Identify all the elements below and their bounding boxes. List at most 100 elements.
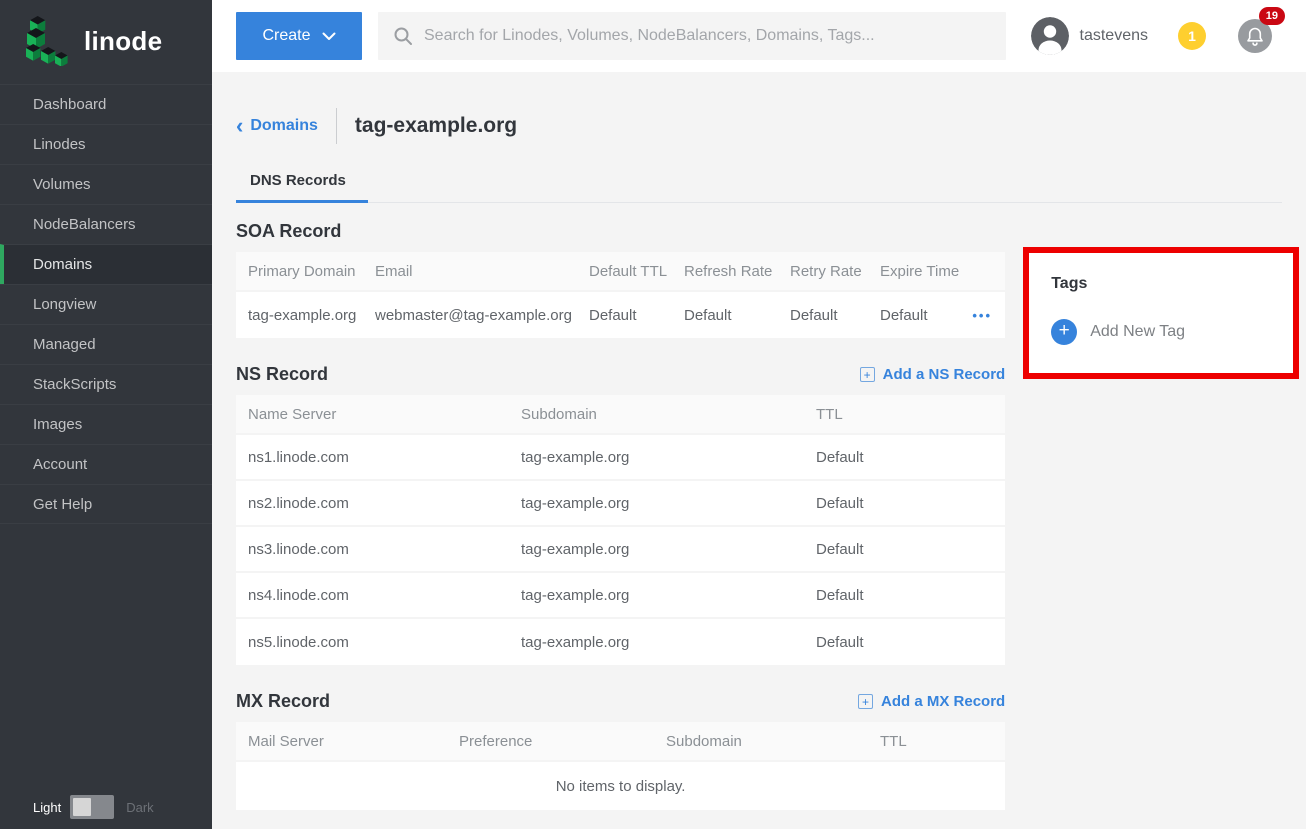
breadcrumb: ‹ Domains tag-example.org <box>236 108 1282 144</box>
username[interactable]: tastevens <box>1080 27 1148 45</box>
chevron-down-icon <box>322 32 336 41</box>
theme-toggle-knob <box>73 798 91 816</box>
events-badge-count: 1 <box>1188 28 1196 44</box>
sidebar-item-longview[interactable]: Longview <box>0 284 212 324</box>
sidebar-item-dashboard[interactable]: Dashboard <box>0 84 212 124</box>
add-new-tag-button[interactable]: + Add New Tag <box>1051 319 1271 345</box>
main-content: ‹ Domains tag-example.org DNS Records SO… <box>212 72 1306 829</box>
soa-expire-time: Default <box>868 307 959 324</box>
user-icon <box>1031 17 1069 55</box>
sidebar-item-managed[interactable]: Managed <box>0 324 212 364</box>
column-header: Default TTL <box>577 263 672 280</box>
soa-primary-domain: tag-example.org <box>236 307 363 324</box>
page-title: tag-example.org <box>355 114 517 138</box>
ns-table-row: ns2.linode.com tag-example.org Default <box>236 481 1005 527</box>
search-box[interactable] <box>378 12 1006 60</box>
theme-toggle-switch[interactable] <box>70 795 114 819</box>
sidebar-item-stackscripts[interactable]: StackScripts <box>0 364 212 404</box>
ns-table-row: ns3.linode.com tag-example.org Default <box>236 527 1005 573</box>
ns-name-server: ns5.linode.com <box>236 634 509 651</box>
bell-icon <box>1247 27 1263 46</box>
column-header: Primary Domain <box>236 263 363 280</box>
topbar-right: tastevens 1 19 <box>1031 17 1280 55</box>
sidebar-item-nodebalancers[interactable]: NodeBalancers <box>0 204 212 244</box>
tags-column: Tags + Add New Tag <box>1023 203 1299 379</box>
ns-subdomain: tag-example.org <box>509 495 804 512</box>
sidebar-item-label: Dashboard <box>33 96 106 113</box>
ns-subdomain: tag-example.org <box>509 587 804 604</box>
soa-email: webmaster@tag-example.org <box>363 307 577 324</box>
ns-table: Name Server Subdomain TTL ns1.linode.com… <box>236 395 1005 665</box>
ns-name-server: ns4.linode.com <box>236 587 509 604</box>
ns-ttl: Default <box>804 449 1005 466</box>
chevron-left-icon: ‹ <box>236 117 243 135</box>
breadcrumb-divider <box>336 108 337 144</box>
sidebar-item-label: Domains <box>33 256 92 273</box>
tab-dns-records[interactable]: DNS Records <box>236 166 368 203</box>
sidebar-nav: Dashboard Linodes Volumes NodeBalancers … <box>0 84 212 524</box>
sidebar-item-label: Volumes <box>33 176 91 193</box>
sidebar-item-account[interactable]: Account <box>0 444 212 484</box>
brand-name: linode <box>84 26 162 57</box>
mx-table: Mail Server Preference Subdomain TTL No … <box>236 722 1005 810</box>
sidebar-item-label: Longview <box>33 296 96 313</box>
sidebar-item-get-help[interactable]: Get Help <box>0 484 212 524</box>
sidebar-item-label: NodeBalancers <box>33 216 136 233</box>
sidebar-item-images[interactable]: Images <box>0 404 212 444</box>
sidebar-item-linodes[interactable]: Linodes <box>0 124 212 164</box>
search-input[interactable] <box>424 27 991 45</box>
breadcrumb-back-link[interactable]: ‹ Domains <box>236 117 318 135</box>
ns-table-row: ns5.linode.com tag-example.org Default <box>236 619 1005 665</box>
soa-retry-rate: Default <box>778 307 868 324</box>
column-header: Subdomain <box>509 406 804 423</box>
tab-bar: DNS Records <box>236 166 1282 203</box>
notifications: 19 <box>1238 19 1272 53</box>
events-badge[interactable]: 1 <box>1178 22 1206 50</box>
add-new-tag-label: Add New Tag <box>1090 323 1185 341</box>
add-ns-record-button[interactable]: + Add a NS Record <box>860 366 1006 383</box>
column-header: Preference <box>447 733 654 750</box>
soa-record-section: SOA Record Primary Domain Email Default … <box>236 221 1005 338</box>
avatar[interactable] <box>1031 17 1069 55</box>
ns-table-header: Name Server Subdomain TTL <box>236 395 1005 435</box>
empty-state-text: No items to display. <box>556 778 686 795</box>
ns-ttl: Default <box>804 541 1005 558</box>
column-header: Email <box>363 263 577 280</box>
soa-section-title: SOA Record <box>236 221 1005 242</box>
soa-table-row: tag-example.org webmaster@tag-example.or… <box>236 292 1005 338</box>
content-row: SOA Record Primary Domain Email Default … <box>236 203 1282 810</box>
soa-refresh-rate: Default <box>672 307 778 324</box>
linode-logo-icon <box>26 16 72 66</box>
column-header: Mail Server <box>236 733 447 750</box>
soa-default-ttl: Default <box>577 307 672 324</box>
sidebar-item-label: StackScripts <box>33 376 116 393</box>
add-ns-record-label: Add a NS Record <box>883 366 1006 383</box>
create-button[interactable]: Create <box>236 12 362 60</box>
tags-panel-title: Tags <box>1051 275 1271 293</box>
add-mx-record-button[interactable]: + Add a MX Record <box>858 693 1005 710</box>
topbar: Create tastevens 1 <box>212 0 1306 72</box>
mx-record-section: MX Record + Add a MX Record Mail Server … <box>236 691 1005 810</box>
column-header: Name Server <box>236 406 509 423</box>
sidebar-item-volumes[interactable]: Volumes <box>0 164 212 204</box>
column-header: Expire Time <box>868 263 959 280</box>
ns-name-server: ns2.linode.com <box>236 495 509 512</box>
add-mx-record-label: Add a MX Record <box>881 693 1005 710</box>
ns-name-server: ns3.linode.com <box>236 541 509 558</box>
tags-panel: Tags + Add New Tag <box>1029 253 1293 373</box>
sidebar-item-label: Linodes <box>33 136 86 153</box>
ns-subdomain: tag-example.org <box>509 449 804 466</box>
plus-square-icon: + <box>860 367 875 382</box>
mx-empty-row: No items to display. <box>236 762 1005 810</box>
sidebar-item-label: Managed <box>33 336 96 353</box>
row-actions-icon[interactable]: ••• <box>972 308 992 323</box>
notifications-count-badge: 19 <box>1259 7 1285 25</box>
theme-toggle: Light Dark <box>0 795 212 819</box>
sidebar-item-domains[interactable]: Domains <box>0 244 212 284</box>
plus-square-icon: + <box>858 694 873 709</box>
logo[interactable]: linode <box>0 0 212 80</box>
records-column: SOA Record Primary Domain Email Default … <box>236 203 1005 810</box>
column-header: Refresh Rate <box>672 263 778 280</box>
mx-section-title: MX Record <box>236 691 330 712</box>
create-button-label: Create <box>262 27 310 45</box>
